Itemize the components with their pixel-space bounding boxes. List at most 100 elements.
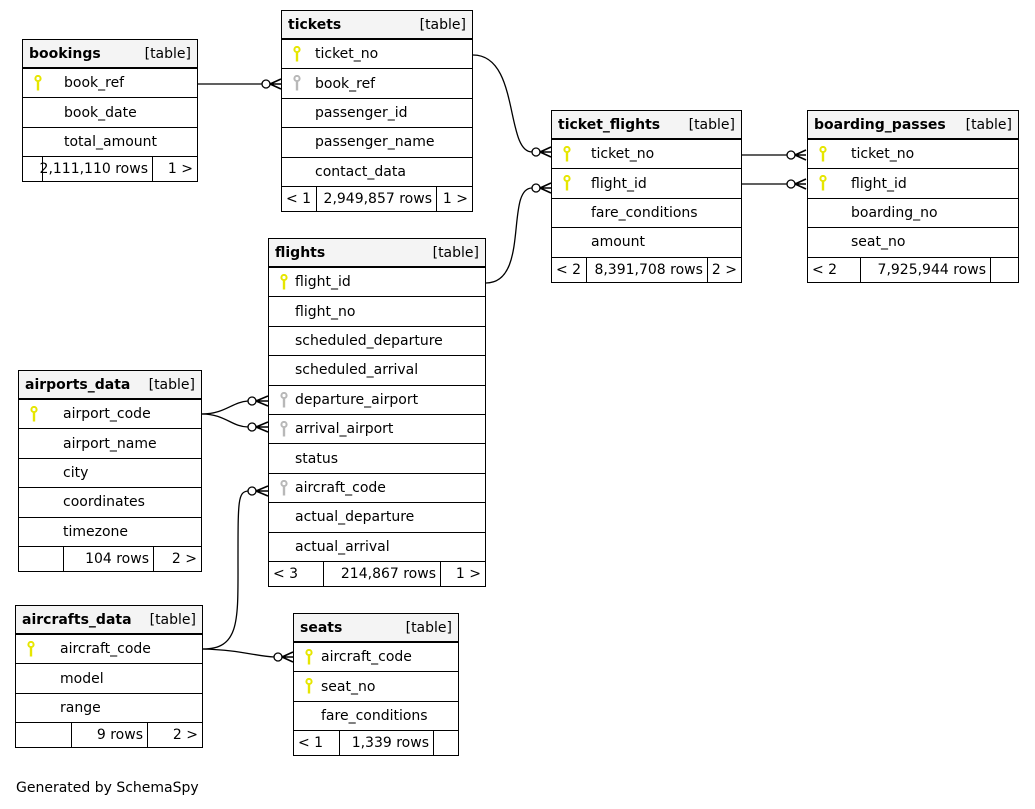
column-name: boarding_no bbox=[851, 204, 938, 221]
table-header[interactable]: bookings [table] bbox=[23, 40, 197, 69]
table-footer: < 2 8,391,708 rows 2 > bbox=[552, 257, 741, 282]
parents-count[interactable] bbox=[19, 546, 64, 571]
column-row[interactable]: book_date bbox=[23, 98, 197, 128]
foreign-key-icon bbox=[279, 391, 289, 408]
row-count: 8,391,708 rows bbox=[587, 257, 708, 282]
column-row[interactable]: contact_data bbox=[282, 158, 472, 187]
column-row[interactable]: departure_airport bbox=[269, 386, 485, 415]
column-name: passenger_id bbox=[315, 104, 408, 121]
column-row[interactable]: coordinates bbox=[19, 488, 201, 518]
parents-count[interactable]: < 1 bbox=[282, 186, 317, 211]
primary-key-icon bbox=[818, 145, 828, 162]
table-header[interactable]: airports_data [table] bbox=[19, 371, 201, 400]
children-count[interactable]: 2 > bbox=[148, 723, 202, 747]
table-seats[interactable]: seats [table] aircraft_code seat_no fare_con… bbox=[293, 613, 459, 757]
primary-key-icon bbox=[818, 175, 828, 191]
column-row[interactable]: scheduled_departure bbox=[269, 327, 485, 357]
relationship-tickets-ticket-flights bbox=[472, 54, 533, 153]
column-row[interactable]: total_amount bbox=[23, 128, 197, 158]
primary-key-icon bbox=[562, 175, 572, 191]
column-row[interactable]: passenger_id bbox=[282, 99, 472, 129]
column-row[interactable]: arrival_airport bbox=[269, 415, 485, 445]
children-count[interactable]: 2 > bbox=[708, 258, 741, 282]
column-row[interactable]: book_ref bbox=[282, 69, 472, 99]
column-row[interactable]: aircraft_code bbox=[294, 643, 458, 673]
column-name: contact_data bbox=[315, 163, 406, 180]
children-count[interactable]: 1 > bbox=[441, 562, 485, 586]
column-name: airport_name bbox=[63, 435, 157, 452]
table-tickets[interactable]: tickets [table] ticket_no book_ref passenger… bbox=[281, 10, 473, 212]
table-header[interactable]: boarding_passes [table] bbox=[808, 111, 1018, 140]
generated-by-label: Generated by SchemaSpy bbox=[16, 780, 199, 796]
column-row[interactable]: aircraft_code bbox=[269, 474, 485, 504]
children-count[interactable] bbox=[434, 731, 458, 755]
column-row[interactable]: city bbox=[19, 459, 201, 489]
table-header[interactable]: seats [table] bbox=[294, 614, 458, 643]
column-row[interactable]: actual_arrival bbox=[269, 533, 485, 562]
table-name: boarding_passes bbox=[814, 116, 946, 133]
children-count[interactable] bbox=[991, 258, 1018, 282]
table-footer: 104 rows 2 > bbox=[19, 546, 201, 571]
table-footer: < 1 1,339 rows bbox=[294, 731, 458, 756]
column-row[interactable]: range bbox=[16, 694, 202, 724]
column-row[interactable]: passenger_name bbox=[282, 128, 472, 158]
primary-key-icon bbox=[279, 273, 289, 290]
table-ticket-flights[interactable]: ticket_flights [table] ticket_no flight_idf… bbox=[551, 110, 742, 283]
column-row[interactable]: model bbox=[16, 664, 202, 694]
table-name: bookings bbox=[29, 45, 101, 62]
parents-count[interactable]: < 3 bbox=[269, 561, 324, 586]
table-header[interactable]: tickets [table] bbox=[282, 11, 472, 40]
table-footer: < 3 214,867 rows 1 > bbox=[269, 561, 485, 586]
parents-count[interactable]: < 2 bbox=[808, 257, 861, 282]
column-row[interactable]: fare_conditions bbox=[294, 702, 458, 732]
table-airports-data[interactable]: airports_data [table] airport_code airport_… bbox=[18, 370, 202, 572]
column-row[interactable]: ticket_no bbox=[282, 40, 472, 70]
children-count[interactable]: 1 > bbox=[153, 157, 197, 181]
column-row[interactable]: status bbox=[269, 444, 485, 474]
column-row[interactable]: ticket_no bbox=[552, 140, 741, 170]
table-aircrafts-data[interactable]: aircrafts_data [table] aircraft_code model r… bbox=[15, 605, 203, 749]
column-row[interactable]: airport_code bbox=[19, 400, 201, 430]
table-header[interactable]: flights [table] bbox=[269, 239, 485, 268]
column-row[interactable]: flight_id bbox=[269, 268, 485, 298]
row-count: 104 rows bbox=[64, 546, 154, 571]
table-header[interactable]: aircrafts_data [table] bbox=[16, 606, 202, 635]
table-header[interactable]: ticket_flights [table] bbox=[552, 111, 741, 140]
relationship-aircrafts-seats bbox=[202, 648, 275, 658]
parents-count[interactable]: < 2 bbox=[552, 257, 587, 282]
column-row[interactable]: timezone bbox=[19, 518, 201, 547]
table-type-label: [table] bbox=[965, 116, 1012, 133]
table-type-label: [table] bbox=[149, 611, 196, 628]
column-name: ticket_no bbox=[851, 146, 915, 163]
parents-count[interactable]: < 1 bbox=[294, 731, 340, 756]
column-row[interactable]: fare_conditions bbox=[552, 199, 741, 229]
children-count[interactable]: 1 > bbox=[437, 187, 472, 211]
column-row[interactable]: ticket_no bbox=[808, 140, 1018, 170]
column-row[interactable]: scheduled_arrival bbox=[269, 356, 485, 386]
column-row[interactable]: amount bbox=[552, 228, 741, 258]
column-row[interactable]: seat_no bbox=[808, 228, 1018, 258]
primary-key-icon bbox=[29, 405, 39, 422]
column-name: scheduled_departure bbox=[295, 332, 443, 349]
column-row[interactable]: flight_id bbox=[808, 169, 1018, 199]
table-flights[interactable]: flights [table] flight_id flight_no schedule… bbox=[268, 238, 486, 587]
table-boarding-passes[interactable]: boarding_passes [table] ticket_no flight_id… bbox=[807, 110, 1019, 283]
parents-count[interactable] bbox=[16, 723, 72, 748]
table-bookings[interactable]: bookings [table] book_ref book_date total_am… bbox=[22, 39, 198, 183]
children-count[interactable]: 2 > bbox=[154, 547, 201, 571]
column-row[interactable]: book_ref bbox=[23, 69, 197, 99]
foreign-key-icon bbox=[292, 75, 302, 91]
column-name: actual_departure bbox=[295, 509, 415, 526]
row-count: 214,867 rows bbox=[324, 561, 441, 586]
column-row[interactable]: actual_departure bbox=[269, 503, 485, 533]
column-row[interactable]: aircraft_code bbox=[16, 635, 202, 665]
table-type-label: [table] bbox=[405, 619, 452, 636]
column-row[interactable]: boarding_no bbox=[808, 199, 1018, 229]
primary-key-icon bbox=[304, 678, 314, 694]
column-row[interactable]: flight_id bbox=[552, 169, 741, 199]
primary-key-icon bbox=[292, 45, 302, 62]
column-row[interactable]: seat_no bbox=[294, 672, 458, 702]
column-row[interactable]: airport_name bbox=[19, 429, 201, 459]
column-name: fare_conditions bbox=[591, 204, 698, 221]
column-row[interactable]: flight_no bbox=[269, 297, 485, 327]
